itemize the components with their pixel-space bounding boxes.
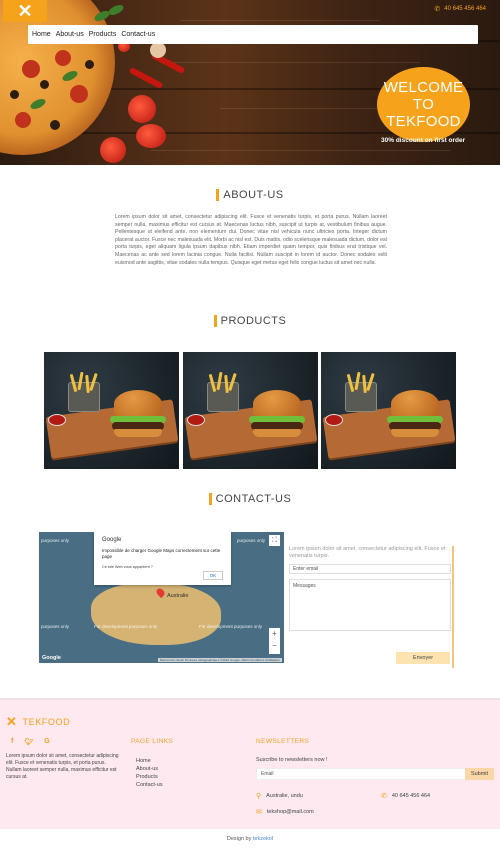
header-phone: ✆ 40 645 456 464: [434, 6, 486, 13]
footer-email: ✉ tekshop@mail.com: [256, 809, 314, 816]
welcome-line-2: TO: [412, 96, 435, 113]
google-map[interactable]: purposes only purposes only purposes onl…: [39, 532, 284, 663]
title-accent-bar: [216, 189, 220, 201]
newsletter-text: Suscribe to newsletters now !: [256, 757, 328, 763]
nav-contact-us[interactable]: Contact-us: [121, 31, 155, 38]
footer-location: ⚲ Australie, undu: [256, 793, 303, 800]
welcome-badge: WELCOME TO TEKFOOD: [377, 67, 470, 142]
contact-message-field[interactable]: Messages: [289, 579, 451, 631]
design-credit: Design by tekzekol: [226, 836, 274, 842]
map-zoom-in-button[interactable]: +: [269, 628, 280, 640]
contact-title: CONTACT-US: [0, 493, 500, 505]
design-author-link[interactable]: tekzekol: [253, 836, 273, 842]
site-footer: ✕ TEKFOOD f 🐦︎ G Lorem ipsum dolor sit a…: [0, 698, 500, 829]
title-accent-bar: [208, 493, 212, 505]
footer-brand[interactable]: ✕ TEKFOOD: [6, 714, 70, 730]
about-text: Lorem ipsum dolor sit amet, consectetur …: [115, 214, 387, 266]
map-fullscreen-button[interactable]: ⛶: [269, 535, 280, 546]
title-accent-bar: [213, 315, 217, 327]
phone-icon: ✆: [434, 6, 441, 13]
welcome-line-3: TEKFOOD: [386, 113, 461, 130]
social-links: f 🐦︎ G: [11, 738, 50, 746]
footer-link-contact-us[interactable]: Contact-us: [136, 781, 163, 789]
footer-links: Home About-us Products Contact-us: [136, 757, 163, 789]
nav-about-us[interactable]: About-us: [56, 31, 84, 38]
footer-phone: ✆ 40 645 456 464: [381, 793, 431, 800]
map-zoom-control: + −: [269, 628, 280, 654]
contact-lead-text: Lorem ipsum dolor sit amet, consectetur …: [289, 546, 446, 559]
footer-link-about-us[interactable]: About-us: [136, 765, 163, 773]
facebook-icon[interactable]: f: [11, 738, 13, 746]
footer-description: Lorem ipsum dolor sit amet, consectetur …: [6, 753, 119, 780]
page-links-title: PAGE LINKS: [131, 738, 174, 745]
newsletter-email-input[interactable]: Email: [256, 768, 466, 780]
main-navbar: Home About-us Products Contact-us: [28, 25, 478, 44]
google-logo: Google: [42, 655, 61, 661]
contact-form: Lorem ipsum dolor sit amet, consectetur …: [289, 546, 454, 668]
newsletter-submit-button[interactable]: Submit: [465, 768, 494, 780]
twitter-icon[interactable]: 🐦︎: [24, 738, 33, 746]
contact-email-field[interactable]: Enter email: [289, 564, 451, 574]
nav-products[interactable]: Products: [89, 31, 117, 38]
brand-x-icon: ✕: [6, 714, 18, 729]
envelope-icon: ✉: [256, 809, 262, 816]
hero-banner: ✕ ✆ 40 645 456 464 Home About-us Product…: [0, 0, 500, 165]
location-pin-icon: ⚲: [256, 793, 262, 800]
send-button[interactable]: Envoyer: [396, 652, 450, 664]
footer-link-products[interactable]: Products: [136, 773, 163, 781]
map-dialog-question[interactable]: Ce site Web vous appartient ?: [102, 565, 223, 569]
nav-home[interactable]: Home: [32, 31, 51, 38]
products-title: PRODUCTS: [0, 315, 500, 327]
welcome-line-1: WELCOME: [383, 79, 464, 96]
map-dialog-ok-button[interactable]: OK: [203, 571, 223, 580]
product-card-1[interactable]: [44, 352, 179, 469]
fullscreen-icon: ⛶: [272, 537, 277, 544]
newsletters-title: NEWSLETTERS: [256, 738, 310, 745]
product-card-3[interactable]: [321, 352, 456, 469]
footer-link-home[interactable]: Home: [136, 757, 163, 765]
phone-icon: ✆: [381, 793, 387, 800]
discount-text: 30% discount on first order: [381, 137, 466, 144]
map-error-dialog: Google Impossible de charger Google Maps…: [94, 532, 231, 585]
product-card-2[interactable]: [183, 352, 318, 469]
map-dialog-message: Impossible de charger Google Maps correc…: [102, 548, 221, 559]
menu-toggle-button[interactable]: ✕: [3, 0, 47, 22]
map-dialog-brand: Google: [102, 537, 122, 543]
map-zoom-out-button[interactable]: −: [269, 640, 280, 652]
close-x-icon: ✕: [17, 0, 33, 21]
google-icon[interactable]: G: [44, 738, 49, 746]
about-title: ABOUT-US: [0, 189, 500, 201]
map-attribution[interactable]: Raccourcis clavier Données cartographiqu…: [157, 658, 282, 662]
